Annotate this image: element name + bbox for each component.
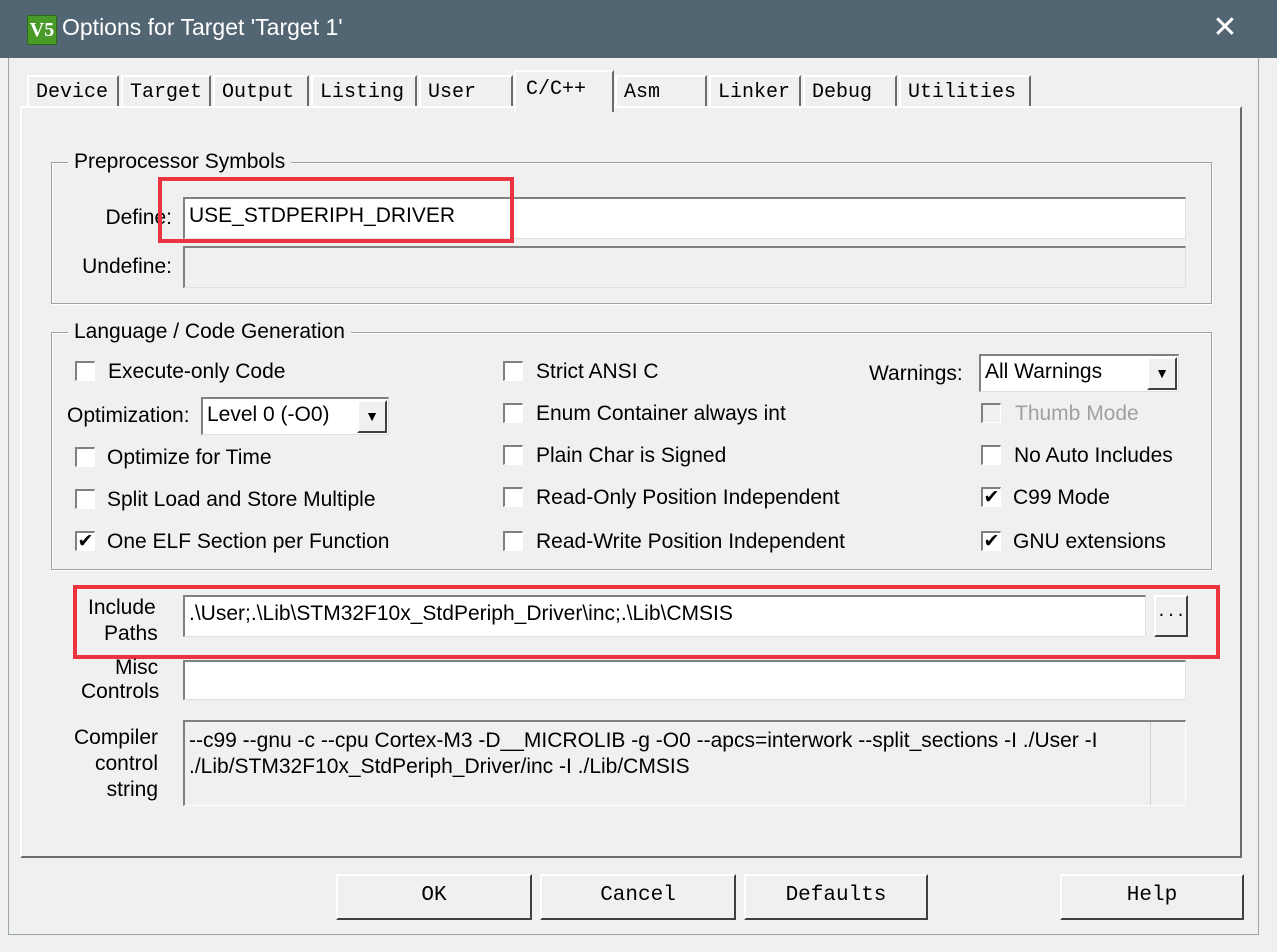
- scrollbar-track[interactable]: [1150, 722, 1185, 805]
- chevron-down-icon[interactable]: ▼: [1147, 357, 1177, 390]
- plain-char-label: Plain Char is Signed: [536, 444, 727, 467]
- preprocessor-legend: Preprocessor Symbols: [68, 150, 292, 174]
- tab-device[interactable]: Device: [27, 75, 119, 107]
- include-paths-highlight-box: [73, 585, 1220, 659]
- warnings-label: Warnings:: [869, 362, 963, 385]
- compiler-control-string[interactable]: --c99 --gnu -c --cpu Cortex-M3 -D__MICRO…: [183, 720, 1186, 806]
- tab-utilities[interactable]: Utilities: [899, 75, 1031, 107]
- optimization-value: Level 0 (-O0): [207, 403, 330, 426]
- misc-controls-label-1: Misc: [115, 656, 159, 679]
- undefine-input[interactable]: [183, 246, 1186, 288]
- tab-output[interactable]: Output: [213, 75, 309, 107]
- defaults-button[interactable]: Defaults: [744, 874, 928, 920]
- plain-char-checkbox[interactable]: [503, 445, 523, 465]
- tab-linker[interactable]: Linker: [709, 75, 801, 107]
- enum-container-checkbox[interactable]: [503, 403, 523, 423]
- execute-only-label: Execute-only Code: [108, 360, 286, 383]
- tab-asm[interactable]: Asm: [615, 75, 707, 107]
- language-legend: Language / Code Generation: [68, 320, 351, 344]
- misc-controls-input[interactable]: [183, 660, 1186, 700]
- optimize-time-checkbox[interactable]: [75, 447, 95, 467]
- compiler-label-3: string: [106, 778, 158, 801]
- compiler-string-line-2: ./Lib/STM32F10x_StdPeriph_Driver/inc -I …: [189, 755, 690, 778]
- misc-controls-label-2: Controls: [81, 680, 160, 703]
- optimize-time-label: Optimize for Time: [107, 446, 272, 469]
- close-icon[interactable]: ✕: [1205, 8, 1245, 48]
- c99-mode-checkbox[interactable]: ✔: [981, 487, 1001, 507]
- gnu-extensions-label: GNU extensions: [1013, 530, 1166, 553]
- split-load-label: Split Load and Store Multiple: [107, 488, 376, 511]
- warnings-select[interactable]: All Warnings ▼: [979, 354, 1179, 392]
- window-title: Options for Target 'Target 1': [62, 14, 343, 40]
- ropi-label: Read-Only Position Independent: [536, 486, 840, 509]
- execute-only-checkbox[interactable]: [75, 361, 95, 381]
- gnu-extensions-checkbox[interactable]: ✔: [981, 531, 1001, 551]
- tab-user[interactable]: User: [419, 75, 513, 107]
- tab-listing[interactable]: Listing: [311, 75, 417, 107]
- ok-button[interactable]: OK: [336, 874, 532, 920]
- no-auto-includes-label: No Auto Includes: [1014, 444, 1173, 467]
- undefine-label: Undefine:: [82, 255, 172, 278]
- compiler-label-2: control: [94, 752, 158, 775]
- tab-target[interactable]: Target: [121, 75, 211, 107]
- strict-ansi-checkbox[interactable]: [503, 361, 523, 381]
- thumb-mode-checkbox: [981, 403, 1001, 423]
- no-auto-includes-checkbox[interactable]: [981, 445, 1001, 465]
- tab-c-cpp[interactable]: C/C++: [514, 70, 614, 112]
- define-highlight-box: [158, 177, 514, 243]
- optimization-select[interactable]: Level 0 (-O0) ▼: [201, 397, 389, 435]
- compiler-label-1: Compiler: [73, 726, 158, 749]
- rwpi-label: Read-Write Position Independent: [536, 530, 845, 553]
- ropi-checkbox[interactable]: [503, 487, 523, 507]
- one-elf-checkbox[interactable]: ✔: [75, 531, 95, 551]
- rwpi-checkbox[interactable]: [503, 531, 523, 551]
- chevron-down-icon[interactable]: ▼: [357, 400, 387, 433]
- warnings-value: All Warnings: [985, 360, 1103, 383]
- enum-container-label: Enum Container always int: [536, 402, 786, 425]
- c99-mode-label: C99 Mode: [1013, 486, 1110, 509]
- help-button[interactable]: Help: [1060, 874, 1244, 920]
- strict-ansi-label: Strict ANSI C: [536, 360, 659, 383]
- cancel-button[interactable]: Cancel: [540, 874, 736, 920]
- define-label: Define:: [105, 206, 172, 229]
- compiler-string-line-1: --c99 --gnu -c --cpu Cortex-M3 -D__MICRO…: [189, 729, 1098, 752]
- tab-debug[interactable]: Debug: [803, 75, 897, 107]
- one-elf-label: One ELF Section per Function: [107, 530, 390, 553]
- app-icon: V5: [27, 15, 57, 45]
- split-load-checkbox[interactable]: [75, 489, 95, 509]
- optimization-label: Optimization:: [67, 404, 190, 427]
- thumb-mode-label: Thumb Mode: [1015, 402, 1139, 425]
